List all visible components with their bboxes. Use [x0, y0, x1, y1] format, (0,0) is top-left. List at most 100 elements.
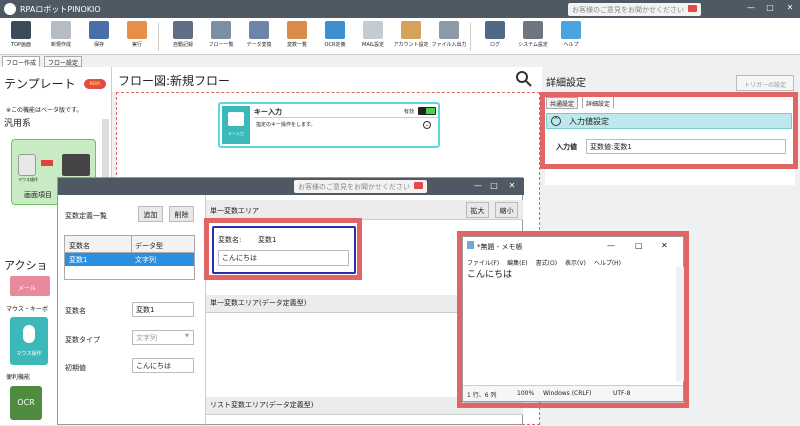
mail-action[interactable]: メール: [10, 276, 50, 296]
ribbon-label: ヘルプ: [563, 42, 579, 48]
keyboard-icon: [62, 154, 90, 176]
ribbon-label: 自動記録: [172, 42, 193, 48]
col-header-type: データ型: [135, 242, 163, 250]
ribbon-button-help[interactable]: ヘルプ: [552, 21, 590, 53]
ribbon-separator: [158, 23, 159, 51]
add-button[interactable]: 追加: [138, 206, 163, 222]
thumb-down-icon: [414, 182, 423, 189]
ribbon-button-new-file[interactable]: 新規作成: [42, 21, 80, 53]
left-tabs: フロー作成 フロー設定: [0, 55, 112, 67]
ocr-action[interactable]: OCR: [10, 386, 42, 420]
notepad-title: *無題 - メモ帳: [477, 243, 523, 251]
flow-node-key-input[interactable]: キー入力 キー入力 有効 指定のキー操作をします。 ⌄: [218, 102, 440, 148]
feedback-button[interactable]: お客様のご意見をお聞かせください: [568, 3, 701, 16]
ocr-def-icon: [325, 21, 345, 39]
node-description: 指定のキー操作をします。: [256, 122, 316, 128]
status-item: 1 行、6 列: [467, 392, 497, 399]
status-item: Windows (CRLF): [543, 390, 592, 397]
category-label: 汎用系: [4, 119, 32, 129]
tab-flow-create[interactable]: フロー作成: [2, 56, 41, 67]
file-io-icon: [439, 21, 459, 39]
dialog-maximize-button[interactable]: □: [488, 181, 500, 190]
ribbon-button-save[interactable]: 保存: [80, 21, 118, 53]
row-name: 変数1: [69, 256, 88, 264]
notepad-menu-item[interactable]: ヘルプ(H): [594, 260, 621, 267]
ribbon-button-flow-list[interactable]: フロー一覧: [202, 21, 240, 53]
status-item: UTF-8: [613, 390, 631, 397]
variable-table: 変数名 データ型 変数1 文字列: [64, 235, 195, 280]
close-button[interactable]: ✕: [784, 3, 796, 12]
node-status: 有効: [404, 109, 415, 115]
mouse-keyboard-heading: マウス・キーボ: [6, 306, 49, 313]
dialog-close-button[interactable]: ✕: [506, 181, 518, 190]
ribbon-button-play[interactable]: 実行: [118, 21, 156, 53]
input-value-field[interactable]: 変数値:変数1: [586, 139, 786, 154]
gear-icon: [523, 21, 543, 39]
new-file-icon: [51, 21, 71, 39]
minimize-button[interactable]: —: [745, 3, 757, 12]
account-icon: [401, 21, 421, 39]
dialog-minimize-button[interactable]: —: [472, 181, 484, 190]
maximize-button[interactable]: □: [764, 3, 776, 12]
mouse-action[interactable]: マウス操作: [10, 317, 48, 365]
ribbon-button-log[interactable]: ログ: [476, 21, 514, 53]
var-type-select[interactable]: 文字列 ▼: [132, 330, 194, 345]
ribbon-label: OCR定義: [324, 42, 346, 48]
ribbon-button-mail[interactable]: MAIL設定: [354, 21, 392, 53]
ribbon-label: TOP画面: [10, 42, 31, 48]
ribbon-label: フロー一覧: [208, 42, 234, 48]
init-value-label: 初期値: [65, 364, 86, 372]
input-value-section[interactable]: 入力値設定: [546, 113, 792, 129]
detail-title: 詳細設定: [546, 78, 586, 89]
notepad-close-button[interactable]: ✕: [661, 241, 668, 250]
delete-button[interactable]: 削除: [169, 206, 194, 222]
toolbar-ribbon: TOP画面 新規作成 保存 実行 自動記録 フロー一覧 データ変換 変数一覧 OCR定義 MAIL…: [0, 18, 800, 55]
ribbon-label: ログ: [489, 42, 500, 48]
ribbon-button-home[interactable]: TOP画面: [2, 21, 40, 53]
notepad-text-area[interactable]: こんにちは: [467, 267, 512, 280]
notepad-maximize-button[interactable]: □: [635, 241, 643, 250]
ribbon-label: 実行: [131, 42, 142, 48]
variable-list-label: 変数定義一覧: [65, 212, 107, 220]
notepad-menu-item[interactable]: 編集(E): [507, 260, 527, 267]
ribbon-button-variable-list[interactable]: 変数一覧: [278, 21, 316, 53]
ribbon-button-file-io[interactable]: ファイル入出力: [430, 21, 468, 53]
notepad-menu-item[interactable]: 表示(V): [565, 260, 586, 267]
card-var-name-value: 変数1: [258, 236, 277, 244]
ribbon-button-record[interactable]: 自動記録: [164, 21, 202, 53]
shrink-button[interactable]: 縮小: [495, 202, 518, 218]
ribbon-button-ocr-def[interactable]: OCR定義: [316, 21, 354, 53]
flow-header: フロー図:新規フロー: [112, 67, 542, 92]
ribbon-button-gear[interactable]: システム設定: [514, 21, 552, 53]
ribbon-button-account[interactable]: アカウント設定: [392, 21, 430, 53]
init-value-field[interactable]: こんにちは: [132, 358, 194, 373]
tab-detail-settings[interactable]: 詳細設定: [582, 96, 615, 109]
notepad-menu-item[interactable]: ファイル(F): [467, 260, 499, 267]
ribbon-label: データ変換: [246, 42, 272, 48]
var-name-field[interactable]: 変数1: [132, 302, 194, 317]
trigger-settings-button[interactable]: トリガーの設定: [736, 75, 794, 91]
ribbon-button-data-convert[interactable]: データ変換: [240, 21, 278, 53]
notepad-window: *無題 - メモ帳 — □ ✕ ファイル(F) 編集(E) 書式(O) 表示(V) ヘル…: [462, 236, 684, 402]
expand-button[interactable]: 拡大: [466, 202, 489, 218]
notepad-menu-item[interactable]: 書式(O): [536, 260, 557, 267]
single-var-card: 変数名: 変数1 こんにちは: [212, 226, 356, 274]
dialog-feedback-button[interactable]: お客様のご意見をお聞かせください: [294, 180, 427, 193]
chevron-up-icon[interactable]: ^: [551, 116, 561, 126]
notepad-minimize-button[interactable]: —: [607, 241, 615, 250]
card-var-value-field[interactable]: こんにちは: [218, 250, 349, 266]
log-icon: [485, 21, 505, 39]
thumb-down-icon: [688, 5, 697, 12]
dialog-titlebar: お客様のご意見をお聞かせください — □ ✕: [58, 178, 524, 195]
node-toggle[interactable]: [418, 107, 436, 115]
ribbon-label: 保存: [93, 42, 104, 48]
table-row[interactable]: 変数1 文字列: [65, 253, 194, 266]
tab-flow-settings[interactable]: フロー設定: [44, 56, 83, 67]
action-heading: アクショ: [4, 259, 48, 272]
ribbon-label: 新規作成: [50, 42, 71, 48]
flow-title: フロー図:新規フロー: [118, 74, 231, 88]
search-icon[interactable]: [516, 71, 532, 87]
notepad-statusbar: 1 行、6 列 100% Windows (CRLF) UTF-8: [463, 385, 683, 401]
tab-common-settings[interactable]: 共通設定: [546, 97, 579, 109]
chevron-down-icon[interactable]: ⌄: [423, 121, 431, 129]
